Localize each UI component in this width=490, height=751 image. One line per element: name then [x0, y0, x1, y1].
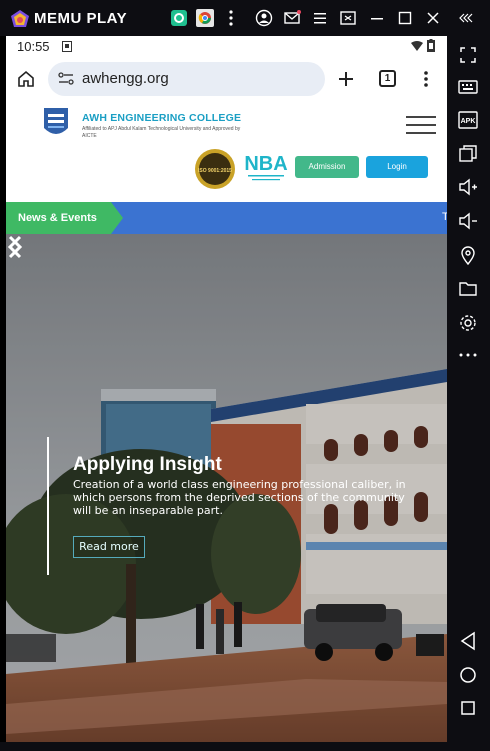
- account-icon[interactable]: [255, 9, 273, 27]
- fullscreen-icon[interactable]: [457, 44, 479, 66]
- apk-label: APK: [461, 118, 476, 125]
- tab-switcher-button[interactable]: 1: [379, 70, 396, 87]
- hero-title: Applying Insight: [73, 454, 222, 475]
- multi-window-icon[interactable]: [457, 143, 479, 165]
- emulator-side-bar: APK: [447, 36, 490, 751]
- iso-badge-icon: ISO 9001:2015: [195, 149, 235, 189]
- hero-text: Creation of a world class engineering pr…: [73, 478, 406, 517]
- phone-screen: 10:55 awhengg.org 1 AWH ENGINEERING COLL…: [6, 36, 447, 742]
- browser-menu-icon[interactable]: [423, 70, 429, 88]
- site-menu-icon[interactable]: [406, 114, 436, 136]
- read-more-button[interactable]: Read more: [73, 536, 145, 558]
- college-name[interactable]: AWH ENGINEERING COLLEGE: [82, 112, 241, 124]
- collapse-icon[interactable]: [457, 9, 475, 27]
- url-text[interactable]: awhengg.org: [82, 70, 169, 87]
- emulator-title: MEMU PLAY: [34, 10, 128, 27]
- browser-toolbar: awhengg.org 1: [6, 58, 447, 100]
- volume-down-icon[interactable]: [457, 210, 479, 232]
- news-events-label[interactable]: News & Events: [6, 202, 123, 234]
- address-bar[interactable]: awhengg.org: [48, 62, 325, 96]
- news-ticker-text[interactable]: T: [442, 211, 447, 223]
- maximize-icon[interactable]: [396, 9, 414, 27]
- location-icon[interactable]: [457, 244, 479, 266]
- minimize-icon[interactable]: [368, 9, 386, 27]
- app-icon[interactable]: [170, 9, 188, 27]
- status-time: 10:55: [17, 39, 50, 54]
- slider-next-icon[interactable]: [6, 234, 24, 260]
- close-icon[interactable]: [424, 9, 442, 27]
- mail-icon[interactable]: [283, 9, 301, 27]
- nba-logo-icon: NBA: [244, 153, 288, 181]
- login-button[interactable]: Login: [366, 156, 428, 178]
- more-horiz-icon[interactable]: [457, 344, 479, 366]
- home-browser-icon[interactable]: [16, 69, 36, 89]
- settings-icon[interactable]: [457, 312, 479, 334]
- wifi-icon: [411, 41, 423, 51]
- keyboard-icon[interactable]: [457, 76, 479, 98]
- new-tab-icon[interactable]: [337, 70, 355, 88]
- memu-logo-icon: [10, 9, 30, 29]
- admission-button[interactable]: Admission: [295, 156, 359, 178]
- site-info-icon[interactable]: [58, 72, 74, 86]
- apk-icon[interactable]: APK: [457, 109, 479, 131]
- status-bar: 10:55: [6, 36, 447, 58]
- folder-icon[interactable]: [457, 278, 479, 300]
- iso-badge-text: ISO 9001:2015: [198, 168, 232, 174]
- notification-icon: [62, 41, 72, 52]
- hero-slider: Applying Insight Creation of a world cla…: [6, 234, 447, 742]
- recents-icon[interactable]: [457, 697, 479, 719]
- menu-icon[interactable]: [311, 9, 329, 27]
- hero-divider: [47, 437, 49, 575]
- nba-logo-text: NBA: [244, 153, 287, 175]
- news-ticker-bar: News & Events T: [6, 202, 447, 234]
- chrome-icon[interactable]: [196, 9, 214, 27]
- college-logo-icon[interactable]: [42, 106, 70, 140]
- back-icon[interactable]: [457, 630, 479, 652]
- battery-icon: [427, 39, 435, 52]
- emulator-title-bar: MEMU PLAY: [0, 0, 490, 36]
- more-vert-icon[interactable]: [222, 9, 240, 27]
- home-icon[interactable]: [457, 664, 479, 686]
- screenshot-icon[interactable]: [339, 9, 357, 27]
- volume-up-icon[interactable]: [457, 176, 479, 198]
- emulator-bottom-bar: [0, 742, 447, 751]
- college-subtitle: Affiliated to APJ Abdul Kalam Technologi…: [82, 126, 241, 139]
